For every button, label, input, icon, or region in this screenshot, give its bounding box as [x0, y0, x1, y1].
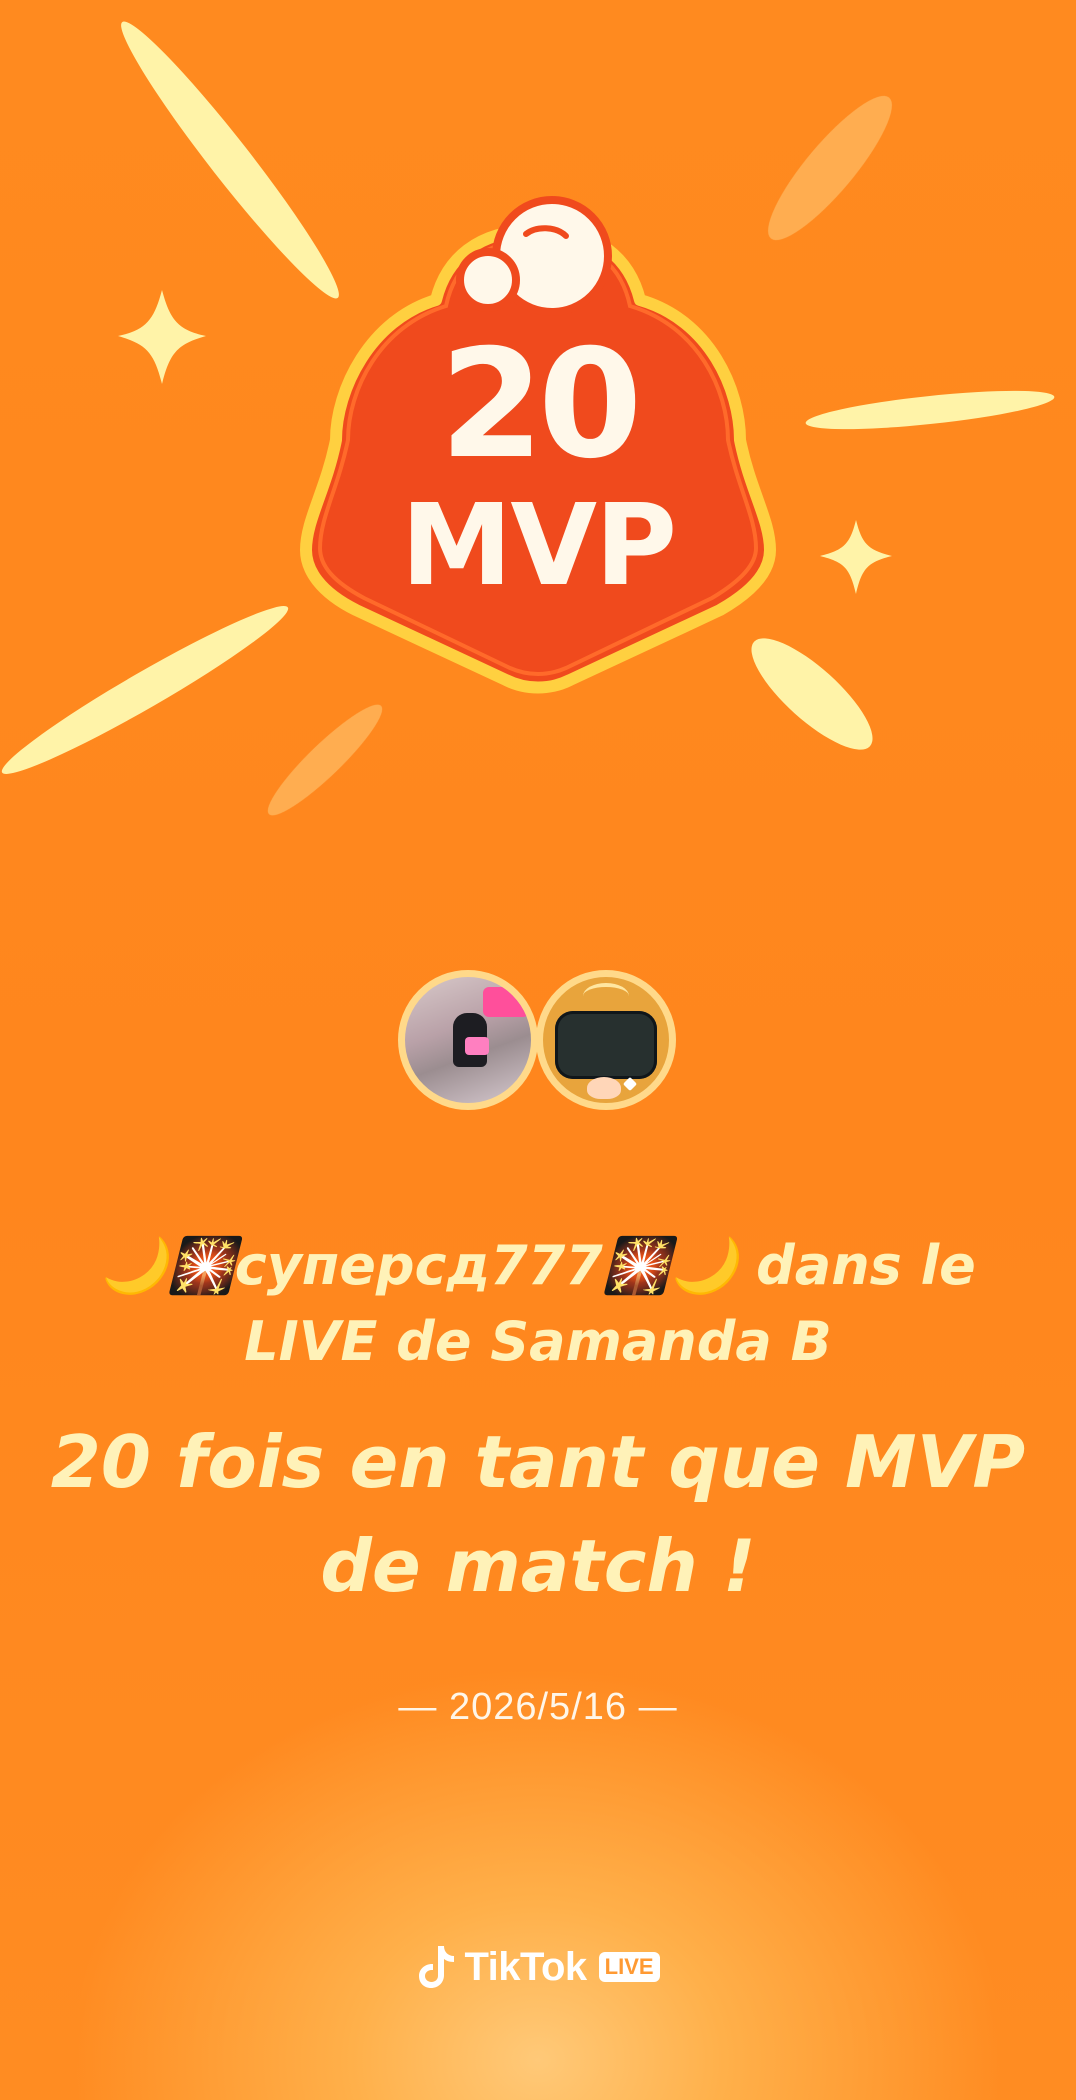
ray-bottom-center	[267, 704, 383, 816]
ray-bottom-left	[1, 606, 289, 774]
mvp-badge: 20 MVP	[300, 190, 776, 710]
sparkle-left-icon	[118, 290, 206, 384]
brand-name: TikTok	[464, 1944, 587, 1989]
user-avatar[interactable]	[398, 970, 538, 1110]
tiktok-live-logo: TikTok LIVE	[0, 1942, 1076, 1992]
achievement-date: — 2026/5/16 —	[398, 1686, 678, 1728]
tiktok-note-icon	[419, 1946, 455, 1988]
live-tag: LIVE	[598, 1952, 660, 1982]
participant-avatars	[398, 970, 678, 1122]
host-avatar[interactable]	[536, 970, 676, 1110]
mvp-headline: 20 fois en tant que MVP de match !	[50, 1420, 1026, 1608]
badge-label: MVP	[400, 481, 677, 611]
ray-right	[805, 390, 1055, 430]
badge-count: 20	[439, 318, 643, 492]
sparkle-right-icon	[820, 520, 892, 594]
mvp-user-line: 🌙🎇суперсд777🎇🌙 dans le LIVE de Samanda B	[100, 1234, 976, 1373]
